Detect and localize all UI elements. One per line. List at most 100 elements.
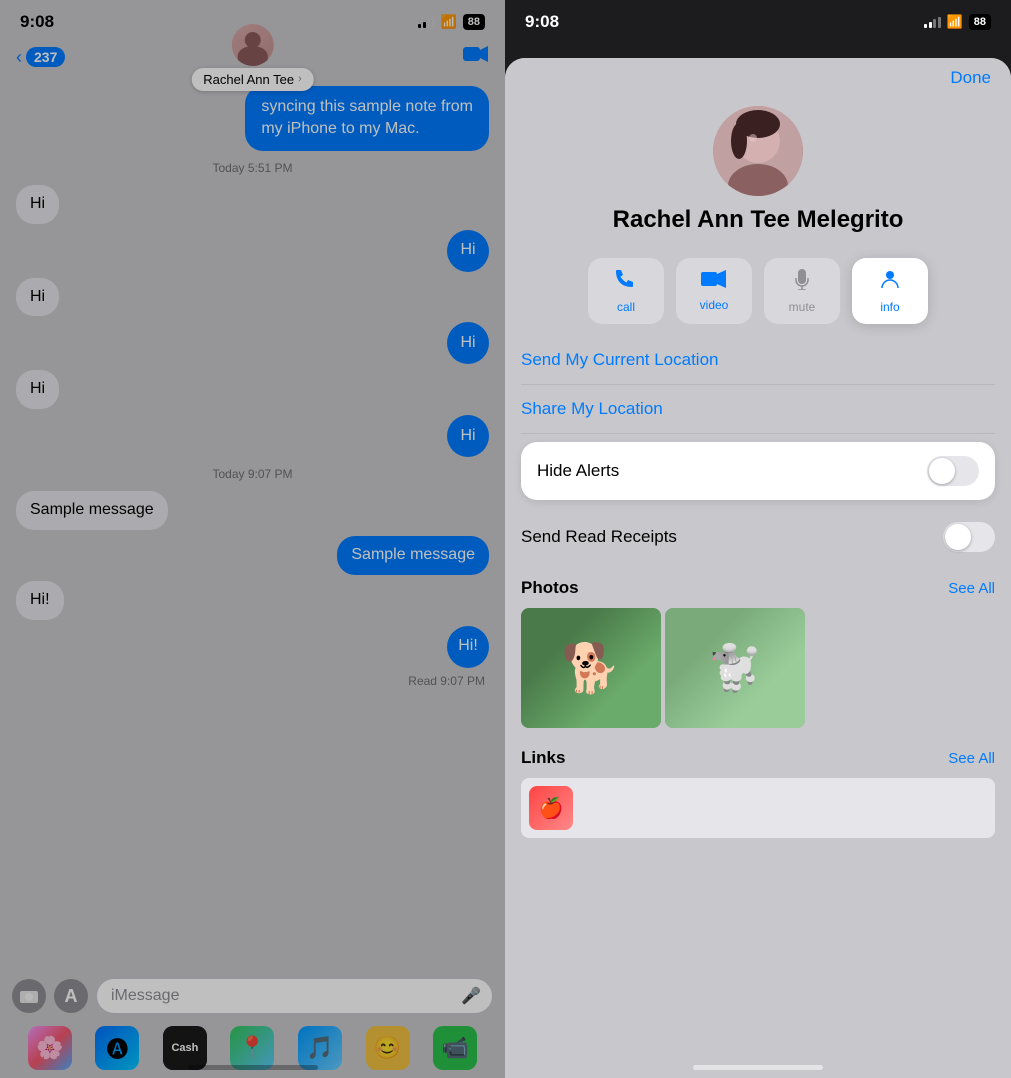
messages-list: syncing this sample note frommy iPhone t… xyxy=(0,78,505,696)
msg-bubble-sample-incoming: Sample message xyxy=(16,491,168,530)
photos-section: Photos See All xyxy=(505,566,1011,736)
dock-icon-cash[interactable]: Cash xyxy=(163,1026,207,1070)
appstore-icon: 🅐 xyxy=(95,1026,139,1070)
wifi-icon-right: 📶 xyxy=(947,14,963,30)
photos-title: Photos xyxy=(521,578,579,598)
info-label: info xyxy=(880,300,899,314)
video-action-button[interactable]: video xyxy=(676,258,752,324)
photos-row xyxy=(521,608,995,728)
cash-icon: Cash xyxy=(163,1026,207,1070)
wifi-icon-left: 📶 xyxy=(441,14,457,30)
dock-icon-memoji[interactable]: 😊 xyxy=(366,1026,410,1070)
table-row: Hi! xyxy=(16,581,489,620)
msg-bubble-outgoing-small: Hi xyxy=(447,230,489,272)
share-location-text: Share My Location xyxy=(521,399,663,419)
info-topbar: Done xyxy=(505,58,1011,96)
signal-bar-r1 xyxy=(924,24,927,28)
hide-alerts-label: Hide Alerts xyxy=(537,461,619,481)
links-see-all-button[interactable]: See All xyxy=(948,750,995,767)
read-receipt-label: Read 9:07 PM xyxy=(16,674,485,688)
apps-button[interactable]: A xyxy=(54,979,88,1013)
msg-bubble-hi-incoming: Hi! xyxy=(16,581,64,620)
links-section: Links See All 🍎 xyxy=(505,736,1011,846)
mic-icon: 🎤 xyxy=(461,986,481,1006)
call-action-button[interactable]: call xyxy=(588,258,664,324)
timestamp-label: Today 5:51 PM xyxy=(16,161,489,175)
status-icons-left: 📶 88 xyxy=(418,14,485,30)
msg-bubble-incoming: Hi xyxy=(16,278,59,317)
link-preview[interactable]: 🍎 xyxy=(521,778,995,838)
dock-icon-findmy[interactable]: 📍 xyxy=(230,1026,274,1070)
call-label: call xyxy=(617,300,635,314)
profile-avatar[interactable] xyxy=(713,106,803,196)
contact-avatar-small[interactable] xyxy=(231,24,273,66)
send-receipts-toggle[interactable] xyxy=(943,522,995,552)
photo-thumb-2[interactable] xyxy=(665,608,805,728)
back-count-badge: 237 xyxy=(26,47,65,67)
table-row: Sample message xyxy=(16,491,489,530)
dock-icon-appstore[interactable]: 🅐 xyxy=(95,1026,139,1070)
hide-alerts-section: Hide Alerts xyxy=(521,442,995,500)
toggle-off-knob xyxy=(945,524,971,550)
timestamp-label: Today 9:07 PM xyxy=(16,467,489,481)
send-location-text: Send My Current Location xyxy=(521,350,719,370)
dock-icon-soundcloud[interactable]: 🎵 xyxy=(298,1026,342,1070)
signal-bars-left xyxy=(418,16,435,28)
signal-bar-r4 xyxy=(938,17,941,28)
status-bar-right: 9:08 📶 88 xyxy=(505,0,1011,38)
back-button[interactable]: ‹ 237 xyxy=(16,47,65,68)
status-time-left: 9:08 xyxy=(20,12,54,32)
facetime-icon: 📹 xyxy=(433,1026,477,1070)
call-icon xyxy=(615,268,637,296)
send-receipts-label: Send Read Receipts xyxy=(521,527,677,547)
table-row: Hi xyxy=(16,230,489,272)
findmy-icon: 📍 xyxy=(230,1026,274,1070)
photos-section-header: Photos See All xyxy=(521,578,995,598)
action-buttons-row: call video xyxy=(505,250,1011,336)
msg-bubble-incoming: Hi xyxy=(16,370,59,409)
signal-bar-3 xyxy=(427,19,430,28)
dock-icon-photos[interactable]: 🌸 xyxy=(28,1026,72,1070)
msg-bubble-outgoing: syncing this sample note frommy iPhone t… xyxy=(245,86,489,151)
contact-name-bubble[interactable]: Rachel Ann Tee › xyxy=(191,68,314,91)
memoji-icon: 😊 xyxy=(366,1026,410,1070)
dog-photo-2 xyxy=(665,608,805,728)
toggle-knob xyxy=(929,458,955,484)
msg-bubble-sample-outgoing: Sample message xyxy=(337,536,489,575)
mute-action-button[interactable]: mute xyxy=(764,258,840,324)
links-section-header: Links See All xyxy=(521,748,995,768)
table-row: Hi xyxy=(16,322,489,364)
contact-name-bubble-text: Rachel Ann Tee xyxy=(203,72,294,87)
dock-icon-facetime[interactable]: 📹 xyxy=(433,1026,477,1070)
table-row: Hi xyxy=(16,415,489,457)
signal-bars-right xyxy=(924,16,941,28)
share-location-row[interactable]: Share My Location xyxy=(521,385,995,434)
msg-bubble-outgoing-small: Hi xyxy=(447,322,489,364)
hide-alerts-toggle[interactable] xyxy=(927,456,979,486)
table-row: Hi xyxy=(16,185,489,224)
photos-see-all-button[interactable]: See All xyxy=(948,580,995,597)
done-button[interactable]: Done xyxy=(950,68,991,88)
table-row: Hi xyxy=(16,278,489,317)
send-location-row[interactable]: Send My Current Location xyxy=(521,336,995,385)
video-call-button[interactable] xyxy=(463,44,489,70)
info-options: Send My Current Location Share My Locati… xyxy=(505,336,1011,434)
contact-avatar-center: Rachel Ann Tee › xyxy=(191,24,314,91)
soundcloud-icon: 🎵 xyxy=(298,1026,342,1070)
photo-thumb-1[interactable] xyxy=(521,608,661,728)
battery-right: 88 xyxy=(969,14,991,30)
table-row: Sample message xyxy=(16,536,489,575)
info-action-button[interactable]: info xyxy=(852,258,928,324)
info-panel: Done Rachel Ann Te xyxy=(505,58,1011,1078)
home-indicator-left xyxy=(188,1065,318,1070)
signal-bar-r3 xyxy=(933,19,936,28)
left-panel: 9:08 📶 88 ‹ 237 Rachel Ann Tee › xyxy=(0,0,505,1078)
home-indicator-right xyxy=(693,1065,823,1070)
camera-button[interactable] xyxy=(12,979,46,1013)
mute-label: mute xyxy=(789,300,816,314)
video-icon xyxy=(701,268,727,294)
contact-full-name: Rachel Ann Tee Melegrito xyxy=(613,206,904,234)
message-input[interactable]: iMessage xyxy=(96,978,493,1014)
message-input-wrapper: iMessage 🎤 xyxy=(96,978,493,1014)
signal-bar-4 xyxy=(432,17,435,28)
